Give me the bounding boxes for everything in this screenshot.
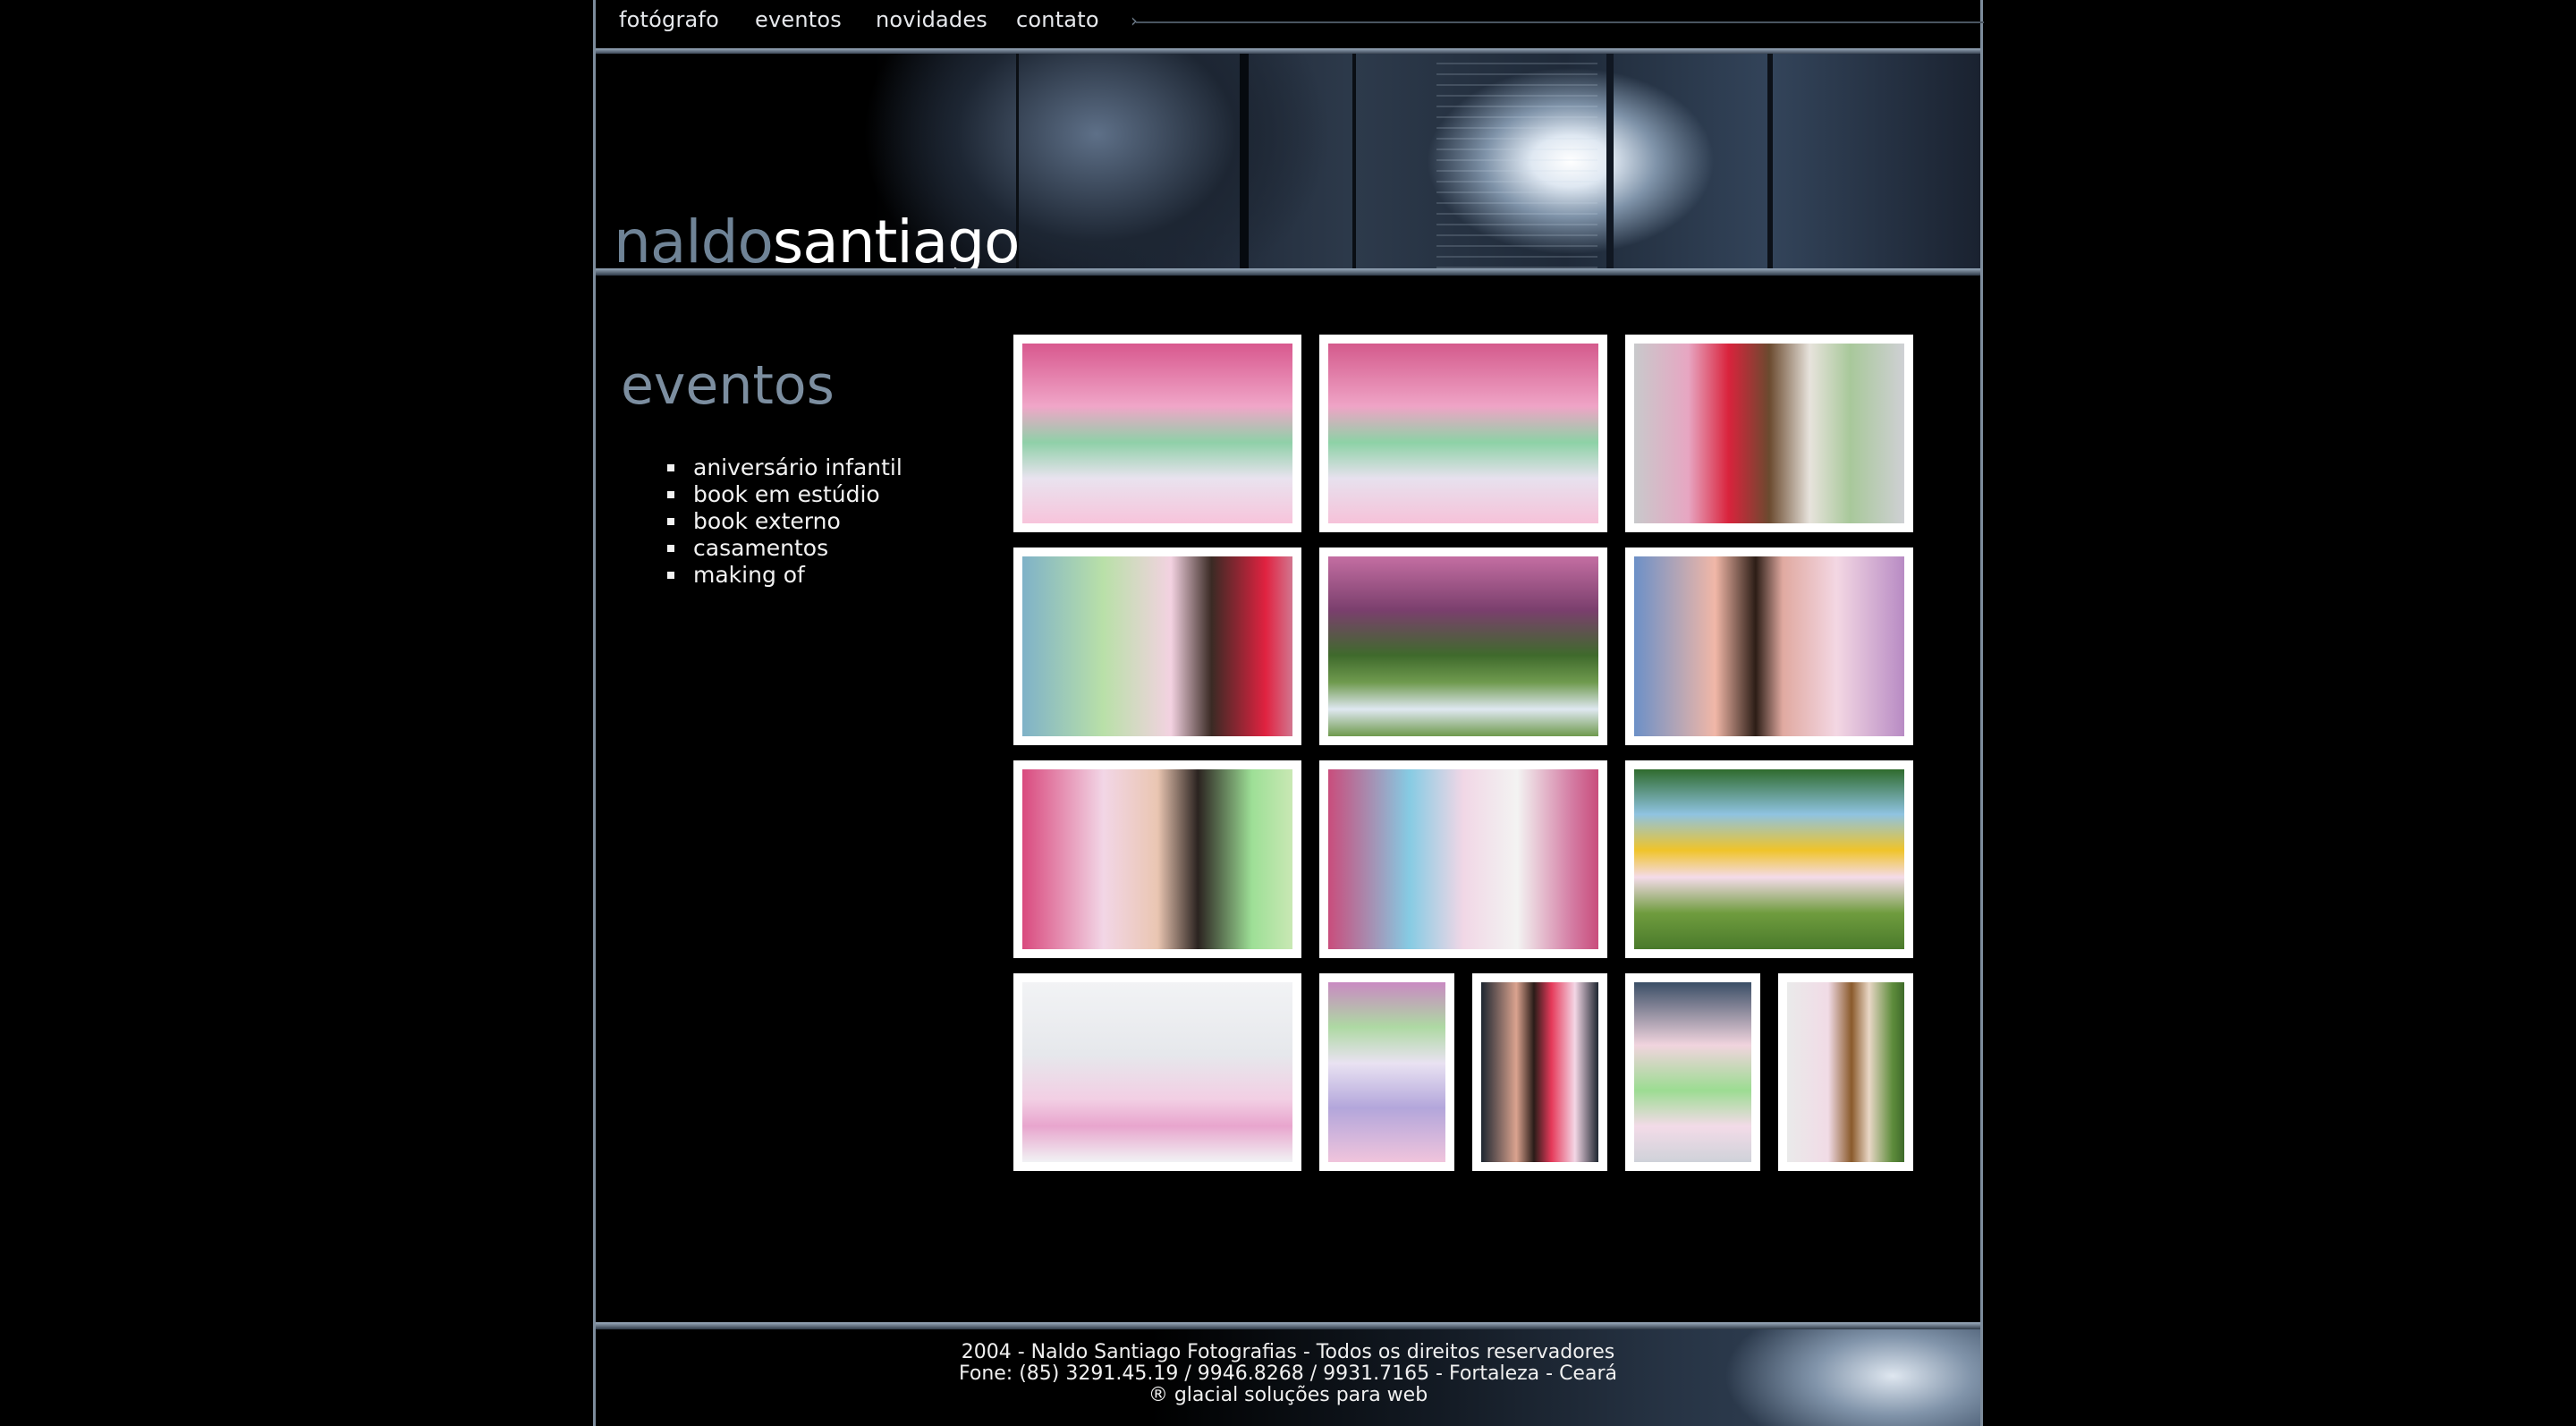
header-banner: naldosantiago [596, 54, 1980, 268]
nav-fotografo[interactable]: fotógrafo [619, 7, 719, 32]
footer-credit[interactable]: ® glacial soluções para web [596, 1385, 1980, 1406]
photo-grandparents-with-baby [1328, 769, 1598, 949]
photo-baby-with-easel-portrait [1787, 982, 1904, 1162]
bullet-icon [667, 545, 674, 552]
photo-father-with-baby [1022, 769, 1292, 949]
photo-baby-in-toy-car [1634, 769, 1904, 949]
header-divider-bottom [596, 268, 1980, 276]
gallery-thumbnail[interactable] [1778, 973, 1913, 1171]
gallery-thumbnail[interactable] [1013, 335, 1301, 532]
gallery-thumbnail[interactable] [1013, 547, 1301, 745]
bullet-icon [667, 518, 674, 525]
photo-baby-by-cake [1328, 982, 1445, 1162]
bullet-icon [667, 464, 674, 471]
bullet-icon [667, 572, 674, 579]
bullet-icon [667, 491, 674, 498]
photo-party-group-cake-1 [1022, 344, 1292, 523]
category-book-em-estudio[interactable]: book em estúdio [667, 481, 902, 508]
photo-two-girls-on-lawn [1328, 556, 1598, 736]
gallery-thumbnail[interactable] [1625, 760, 1913, 958]
photo-party-group-cake-2 [1328, 344, 1598, 523]
chevron-right-icon: › [1131, 10, 1138, 31]
category-aniversario-infantil[interactable]: aniversário infantil [667, 454, 902, 481]
nav-novidades[interactable]: novidades [876, 7, 987, 32]
top-navigation: fotógrafo eventos novidades contato › [596, 0, 1984, 48]
page-footer: 2004 - Naldo Santiago Fotografias - Todo… [596, 1322, 1980, 1426]
gallery-thumbnail[interactable] [1625, 547, 1913, 745]
page-container: fotógrafo eventos novidades contato › na… [593, 0, 1984, 1426]
photo-mother-with-baby [1634, 556, 1904, 736]
gallery-thumbnail[interactable] [1319, 547, 1607, 745]
footer-copyright: 2004 - Naldo Santiago Fotografias - Todo… [961, 1341, 1615, 1363]
nav-eventos[interactable]: eventos [755, 7, 842, 32]
gallery-thumbnail[interactable] [1472, 973, 1607, 1171]
gallery-thumbnail[interactable] [1013, 973, 1301, 1171]
footer-contact: Fone: (85) 3291.45.19 / 9946.8268 / 9931… [959, 1362, 1617, 1385]
photo-mother-holding-baby [1481, 982, 1598, 1162]
category-making-of[interactable]: making of [667, 562, 902, 589]
footer-divider [596, 1322, 1980, 1329]
nav-contato[interactable]: contato [1016, 7, 1099, 32]
logo-last-name: santiago [772, 208, 1021, 269]
gallery-thumbnail[interactable] [1319, 335, 1607, 532]
event-category-list: aniversário infantil book em estúdio boo… [667, 454, 902, 589]
photo-couple-with-portrait [1634, 344, 1904, 523]
gallery-thumbnail[interactable] [1013, 760, 1301, 958]
gallery-thumbnail[interactable] [1319, 760, 1607, 958]
photo-baby-on-white-sofa [1022, 982, 1292, 1162]
gallery-thumbnail[interactable] [1625, 973, 1760, 1171]
section-heading: eventos [621, 354, 835, 417]
photo-parents-with-baby [1022, 556, 1292, 736]
category-casamentos[interactable]: casamentos [667, 535, 902, 562]
photo-father-holding-baby [1634, 982, 1751, 1162]
category-book-externo[interactable]: book externo [667, 508, 902, 535]
gallery-thumbnail[interactable] [1319, 973, 1454, 1171]
site-logo: naldosantiago [614, 213, 1020, 269]
gallery-thumbnail[interactable] [1625, 335, 1913, 532]
nav-divider [1136, 21, 1984, 23]
logo-first-name: naldo [614, 208, 774, 269]
